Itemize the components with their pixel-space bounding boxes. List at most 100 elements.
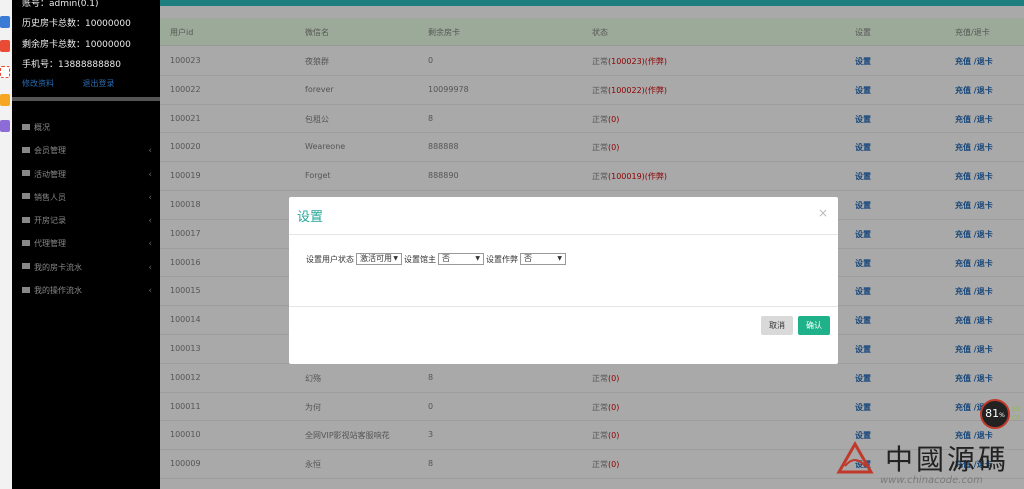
recharge-refund-link[interactable]: 充值 /退卡 [955, 200, 993, 211]
recharge-refund-link[interactable]: 充值 /退卡 [955, 373, 993, 384]
table-row: 100019 Forget 888890 正常(100019)(作弊) 设置 充值 /退卡 [160, 162, 1024, 191]
cell-user-id: 100011 [170, 401, 201, 411]
cell-user-id: 100010 [170, 430, 201, 440]
cell-remaining-cards: 0 [428, 401, 434, 411]
col-settings: 设置 [855, 28, 871, 37]
modal-body: 设置用户状态 激活可用 ▼ 设置馆主 否 ▼ 设置作弊 否 ▼ [289, 235, 838, 307]
envelope-icon [22, 216, 30, 223]
status-detail: (100022)(作弊) [608, 85, 668, 95]
settings-link[interactable]: 设置 [855, 171, 871, 182]
cell-status: 正常(100019)(作弊) [592, 171, 667, 182]
cpu-side-value: 53 [1012, 406, 1020, 413]
weibo-icon[interactable] [0, 40, 10, 52]
recharge-refund-link[interactable]: 充值 /退卡 [955, 171, 993, 182]
status-detail: (100019)(作弊) [608, 172, 668, 182]
chevron-left-icon: ‹ [148, 262, 152, 273]
settings-link[interactable]: 设置 [855, 344, 871, 355]
recharge-refund-link[interactable]: 充值 /退卡 [955, 229, 993, 240]
sidebar-item-label: 概况 [34, 123, 50, 132]
app-icon-4[interactable] [0, 94, 10, 106]
app-icon-5[interactable] [0, 120, 10, 132]
recharge-refund-link[interactable]: 充值 /退卡 [955, 315, 993, 326]
cheat-select[interactable]: 否 ▼ [520, 253, 566, 265]
recharge-refund-link[interactable]: 充值 /退卡 [955, 286, 993, 297]
chevron-down-icon: ▼ [393, 255, 398, 262]
cell-user-id: 100013 [170, 344, 201, 353]
confirm-button[interactable]: 确认 [798, 316, 830, 335]
cell-status: 正常(100022)(作弊) [592, 85, 667, 96]
settings-link[interactable]: 设置 [855, 315, 871, 326]
table-row: 100011 为何 0 正常(0) 设置 充值 /退卡 [160, 393, 1024, 422]
sidebar-item[interactable]: 开房记录 ‹ [12, 211, 160, 234]
cpu-unit: % [999, 412, 1005, 419]
status-text: 正常 [592, 172, 608, 182]
sidebar-item[interactable]: 会员管理 ‹ [12, 141, 160, 164]
owner-select[interactable]: 否 ▼ [438, 253, 484, 265]
cell-remaining-cards: 8 [428, 113, 434, 123]
envelope-icon [22, 123, 30, 130]
settings-link[interactable]: 设置 [855, 56, 871, 67]
sidebar-item[interactable]: 代理管理 ‹ [12, 234, 160, 257]
cell-status: 正常(0) [592, 142, 619, 153]
app-icon-1[interactable] [0, 16, 10, 28]
settings-link[interactable]: 设置 [855, 373, 871, 384]
settings-link[interactable]: 设置 [855, 229, 871, 240]
sidebar-item[interactable]: 我的房卡流水 ‹ [12, 258, 160, 281]
settings-link[interactable]: 设置 [855, 85, 871, 96]
table-row: 100020 Weareone 888888 正常(0) 设置 充值 /退卡 [160, 133, 1024, 163]
settings-link[interactable]: 设置 [855, 200, 871, 211]
status-detail: (0) [608, 373, 620, 383]
chevron-down-icon: ▼ [475, 255, 480, 262]
cell-wechat-name: Forget [305, 171, 331, 181]
user-status-select[interactable]: 激活可用 ▼ [356, 253, 402, 265]
cell-user-id: 100022 [170, 84, 201, 94]
status-detail: (0) [608, 431, 620, 441]
table-header: 用户id 微信名 剩余房卡 状态 设置 充值/退卡 [160, 18, 1024, 46]
sidebar-item-label: 会员管理 [34, 146, 66, 156]
sidebar-item-label: 代理管理 [34, 239, 66, 249]
recharge-refund-link[interactable]: 充值 /退卡 [955, 56, 993, 67]
close-icon[interactable]: × [818, 206, 828, 220]
cell-user-id: 100016 [170, 257, 201, 267]
cheat-value: 否 [524, 254, 532, 263]
recharge-refund-link[interactable]: 充值 /退卡 [955, 142, 993, 153]
cell-user-id: 100020 [170, 142, 201, 152]
cell-remaining-cards: 3 [428, 430, 434, 440]
sidebar-item[interactable]: 活动管理 ‹ [12, 165, 160, 188]
sidebar-item[interactable]: 概况 [12, 118, 160, 141]
recharge-refund-link[interactable]: 充值 /退卡 [955, 114, 993, 125]
cancel-button[interactable]: 取消 [761, 316, 793, 335]
recharge-refund-link[interactable]: 充值 /退卡 [955, 258, 993, 269]
sidebar-item[interactable]: 销售人员 ‹ [12, 188, 160, 211]
cell-wechat-name: 为何 [305, 402, 321, 412]
table-row: 100023 夜狼群 0 正常(100023)(作弊) 设置 充值 /退卡 [160, 47, 1024, 76]
settings-modal: 设置 × 设置用户状态 激活可用 ▼ 设置馆主 否 ▼ 设置作弊 否 ▼ 取消 … [289, 197, 838, 364]
cpu-usage-badge[interactable]: 81% [980, 399, 1010, 429]
recharge-refund-link[interactable]: 充值 /退卡 [955, 344, 993, 355]
logout-link[interactable]: 退出登录 [83, 79, 115, 88]
browser-side-strip [0, 0, 12, 489]
envelope-icon [22, 170, 30, 177]
status-text: 正常 [592, 431, 608, 441]
sidebar-item[interactable]: 我的操作流水 ‹ [12, 281, 160, 304]
settings-link[interactable]: 设置 [855, 114, 871, 125]
col-user-id: 用户id [170, 28, 194, 37]
col-wechat-name: 微信名 [305, 28, 329, 37]
settings-link[interactable]: 设置 [855, 402, 871, 413]
owner-value: 否 [442, 254, 450, 263]
app-icon-3[interactable] [0, 66, 10, 78]
cell-wechat-name: forever [305, 84, 334, 94]
cell-wechat-name: Weareone [305, 142, 346, 152]
settings-link[interactable]: 设置 [855, 286, 871, 297]
cell-user-id: 100012 [170, 372, 201, 382]
cpu-side-text: CP [1012, 415, 1020, 422]
settings-link[interactable]: 设置 [855, 142, 871, 153]
user-status-value: 激活可用 [360, 254, 392, 263]
recharge-refund-link[interactable]: 充值 /退卡 [955, 85, 993, 96]
sidebar: 账号：admin(0.1) 历史房卡总数：10000000 剩余房卡总数：100… [12, 0, 160, 489]
col-remaining-cards: 剩余房卡 [428, 28, 460, 37]
settings-link[interactable]: 设置 [855, 258, 871, 269]
chevron-left-icon: ‹ [148, 239, 152, 250]
cell-remaining-cards: 8 [428, 459, 434, 469]
edit-profile-link[interactable]: 修改资料 [22, 79, 54, 88]
